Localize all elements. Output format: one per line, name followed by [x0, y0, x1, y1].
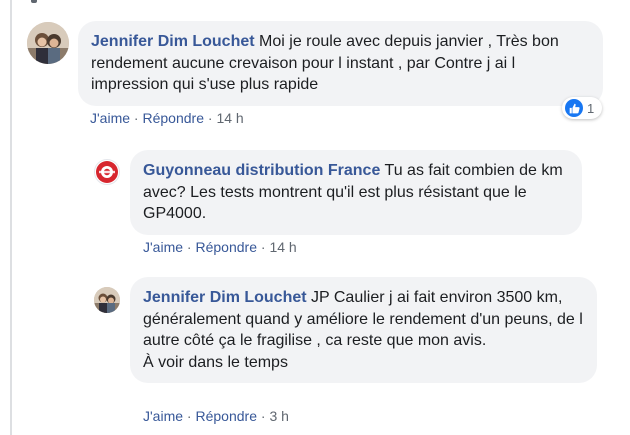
comment-text-line: À voir dans le temps [143, 353, 288, 371]
separator: · [207, 110, 213, 126]
separator: · [186, 239, 192, 255]
timestamp[interactable]: 3 h [269, 408, 288, 424]
reaction-count: 1 [587, 100, 595, 116]
avatar-photo-icon [27, 22, 69, 64]
reply-link[interactable]: Répondre [142, 110, 204, 126]
separator: · [260, 239, 266, 255]
comment-actions: J'aime · Répondre · 3 h [143, 408, 289, 424]
comment-author[interactable]: Jennifer Dim Louchet [91, 33, 255, 50]
like-link[interactable]: J'aime [143, 239, 183, 255]
comment-author[interactable]: Guyonneau distribution France [143, 162, 380, 179]
reaction-count-badge[interactable]: 1 [562, 97, 602, 119]
comment-bubble: Jennifer Dim Louchet Moi je roule avec d… [78, 21, 603, 106]
comment-actions: J'aime · Répondre · 14 h [143, 239, 297, 255]
reply-link[interactable]: Répondre [195, 408, 257, 424]
avatar[interactable] [94, 287, 120, 313]
comment-thread: Jennifer Dim Louchet Moi je roule avec d… [0, 0, 630, 435]
avatar[interactable] [94, 159, 120, 185]
collapsed-indicator [31, 0, 37, 3]
brand-logo-icon [96, 161, 118, 183]
thread-line [10, 0, 12, 435]
timestamp[interactable]: 14 h [269, 239, 296, 255]
avatar-photo-icon [94, 287, 120, 313]
avatar[interactable] [27, 22, 69, 64]
separator: · [260, 408, 266, 424]
like-link[interactable]: J'aime [90, 110, 130, 126]
timestamp[interactable]: 14 h [216, 110, 243, 126]
thumbs-up-icon [565, 99, 583, 117]
like-link[interactable]: J'aime [143, 408, 183, 424]
comment-actions: J'aime · Répondre · 14 h [90, 110, 244, 126]
comment-author[interactable]: Jennifer Dim Louchet [143, 289, 307, 306]
comment-bubble: Guyonneau distribution France Tu as fait… [130, 150, 582, 235]
comment-bubble: Jennifer Dim Louchet JP Caulier j ai fai… [130, 277, 597, 383]
separator: · [133, 110, 139, 126]
separator: · [186, 408, 192, 424]
reply-link[interactable]: Répondre [195, 239, 257, 255]
